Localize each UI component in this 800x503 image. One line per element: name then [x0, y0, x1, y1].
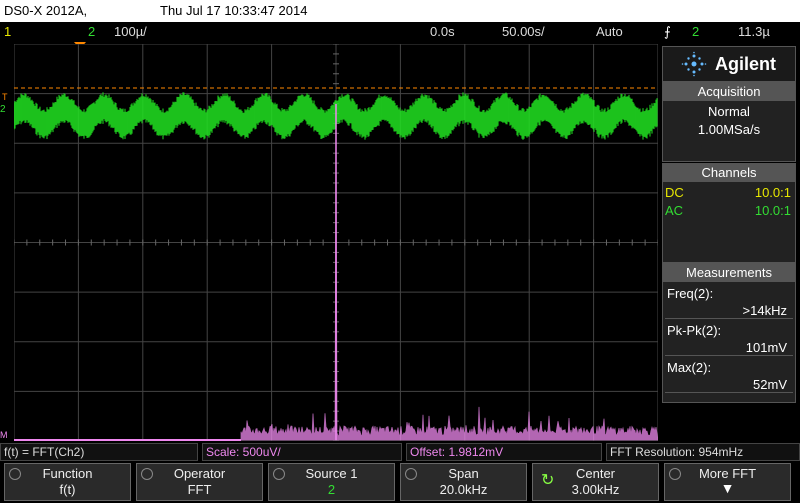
softkey-value: f(t)	[59, 482, 76, 497]
brand-logo: Agilent	[662, 46, 796, 82]
measurement-label: Freq(2):	[667, 286, 714, 301]
measurement-value: 52mV	[665, 375, 793, 393]
softkey-corner-icon	[273, 468, 285, 480]
softkey-more-fft[interactable]: More FFT ▼	[664, 463, 791, 501]
model-name: DS0-X 2012A,	[4, 3, 88, 18]
softkey-corner-icon	[141, 468, 153, 480]
softkey-corner-icon	[9, 468, 21, 480]
softkey-value: 2	[327, 482, 336, 497]
softkey-operator[interactable]: Operator FFT	[136, 463, 263, 501]
channels-title: Channels	[663, 164, 795, 182]
channel-row[interactable]: DC 10.0:1	[663, 182, 795, 200]
ch2-scale: 100µ/	[114, 24, 147, 39]
acquisition-mode: Normal	[708, 104, 750, 119]
softkey-source-1[interactable]: Source 12	[268, 463, 395, 501]
datetime: Thu Jul 17 10:33:47 2014	[160, 3, 308, 18]
trigger-mode: Auto	[596, 24, 623, 39]
channel-row[interactable]: AC 10.0:1	[663, 200, 795, 218]
measurement-label: Max(2):	[667, 360, 712, 375]
sidebar: Agilent Acquisition Normal 1.00MSa/s Cha…	[660, 44, 800, 441]
channel-coupling: AC	[665, 203, 684, 218]
math-ground-marker: M	[0, 430, 8, 440]
acquisition-rate: 1.00MSa/s	[697, 122, 761, 137]
trigger-channel: 2	[692, 24, 700, 39]
time-offset: 0.0s	[430, 24, 455, 39]
trigger-level: 11.3µ	[738, 24, 770, 39]
time-scale: 50.00s/	[502, 24, 545, 39]
softkey-span[interactable]: Span 20.0kHz	[400, 463, 527, 501]
measurement-value: >14kHz	[665, 301, 793, 319]
agilent-spark-icon	[681, 51, 707, 77]
softkey-label: Function	[42, 466, 93, 481]
channel-probe-ratio: 10.0:1	[754, 185, 791, 200]
measurement-label: Pk-Pk(2):	[667, 323, 722, 338]
title-bar: DS0-X 2012A, Thu Jul 17 10:33:47 2014	[0, 0, 800, 22]
softkey-corner-icon	[405, 468, 417, 480]
softkey-center[interactable]: ↻ Center 3.00kHz	[532, 463, 659, 501]
fft-spectrum	[14, 104, 659, 441]
waveform-display[interactable]	[13, 43, 659, 442]
channels-panel[interactable]: Channels DC 10.0:1 AC 10.0:1	[662, 163, 796, 263]
softkey-value: 20.0kHz	[439, 482, 488, 497]
waveform-svg	[13, 43, 659, 442]
fft-resolution: FFT Resolution: 954mHz	[606, 443, 800, 461]
fft-offset: Offset: 1.9812mV	[406, 443, 602, 461]
acquisition-title: Acquisition	[663, 83, 795, 101]
rotate-knob-icon: ↻	[541, 472, 555, 489]
ch2-ground-marker: 2	[0, 104, 6, 115]
status-bar: 1 2 100µ/ 0.0s 50.00s/ Auto ⨍ 2 11.3µ	[0, 22, 800, 42]
softkey-function[interactable]: Function f(t)	[4, 463, 131, 501]
acquisition-panel[interactable]: Acquisition Normal 1.00MSa/s	[662, 82, 796, 162]
channel-coupling: DC	[665, 185, 684, 200]
trigger-level-marker: T	[2, 92, 8, 102]
trigger-edge-icon: ⨍	[664, 24, 671, 39]
softkey-corner-icon	[669, 468, 681, 480]
down-arrow-icon: ▼	[720, 480, 735, 496]
ch1-indicator[interactable]: 1	[4, 24, 11, 39]
softkey-label: Source 1	[305, 466, 358, 481]
fft-scale: Scale: 500uV/	[202, 443, 402, 461]
fft-function: f(t) = FFT(Ch2)	[0, 443, 198, 461]
channel-probe-ratio: 10.0:1	[754, 203, 791, 218]
measurements-title: Measurements	[663, 264, 795, 282]
measurement-value: 101mV	[665, 338, 793, 356]
measurements-panel[interactable]: Measurements Freq(2): >14kHz Pk-Pk(2): 101m…	[662, 263, 796, 403]
softkey-value: FFT	[187, 482, 212, 497]
softkey-label: More FFT	[698, 466, 757, 481]
softkey-label: Span	[448, 466, 479, 481]
brand-name: Agilent	[715, 53, 776, 74]
ch2-indicator[interactable]: 2	[88, 24, 95, 39]
softkey-label: Operator	[173, 466, 226, 481]
